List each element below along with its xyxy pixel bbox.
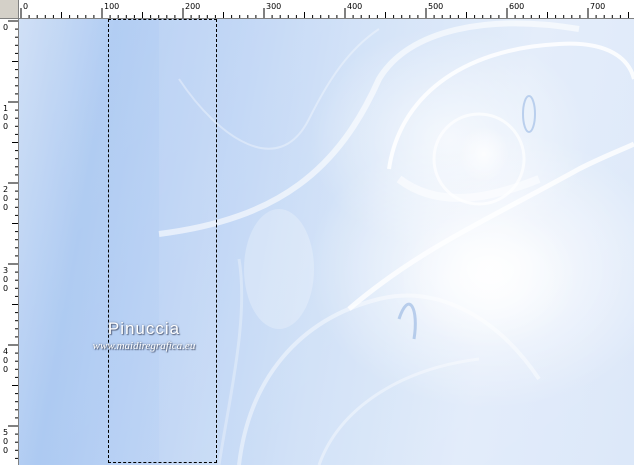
horizontal-ruler-label: 300 (266, 2, 281, 11)
vertical-ruler-label: 4 (3, 347, 8, 356)
horizontal-ruler[interactable]: 0 100 200 300 400 500 600 700 (19, 0, 634, 19)
vertical-ruler[interactable]: 0100200300400500 (0, 19, 19, 465)
vertical-ruler-label: 0 (3, 275, 8, 284)
vertical-ruler-label: 1 (3, 104, 8, 113)
vertical-ruler-label: 3 (3, 266, 8, 275)
horizontal-ruler-label: 600 (509, 2, 524, 11)
vertical-ruler-label: 0 (3, 194, 8, 203)
watermark-name: Pinuccia (107, 319, 181, 338)
vertical-ruler-label: 0 (3, 122, 8, 131)
horizontal-ruler-label: 400 (347, 2, 362, 11)
vertical-ruler-label: 5 (3, 428, 8, 437)
watermark-url: www.maidiregrafica.eu (92, 340, 196, 352)
watermark: Pinuccia www.maidiregrafica.eu (19, 319, 269, 352)
ruler-corner (0, 0, 19, 19)
rectangle-selection-marquee[interactable] (108, 19, 217, 463)
vertical-ruler-label: 0 (3, 365, 8, 374)
horizontal-ruler-label: 0 (23, 2, 28, 11)
horizontal-ruler-label: 700 (590, 2, 605, 11)
vertical-ruler-label: 0 (3, 284, 8, 293)
vertical-ruler-label: 0 (3, 446, 8, 455)
horizontal-ruler-label: 100 (104, 2, 119, 11)
vertical-ruler-label: 0 (3, 203, 8, 212)
vertical-ruler-label: 2 (3, 185, 8, 194)
horizontal-ruler-label: 500 (428, 2, 443, 11)
vertical-ruler-ticks: 0100200300400500 (3, 20, 18, 459)
vertical-ruler-label: 0 (3, 356, 8, 365)
image-canvas[interactable]: Pinuccia www.maidiregrafica.eu (19, 19, 634, 465)
horizontal-ruler-ticks: 0 100 200 300 400 500 600 700 (20, 2, 629, 18)
vertical-ruler-label: 0 (3, 437, 8, 446)
horizontal-ruler-label: 200 (185, 2, 200, 11)
vertical-ruler-label: 0 (3, 23, 8, 32)
vertical-ruler-label: 0 (3, 113, 8, 122)
